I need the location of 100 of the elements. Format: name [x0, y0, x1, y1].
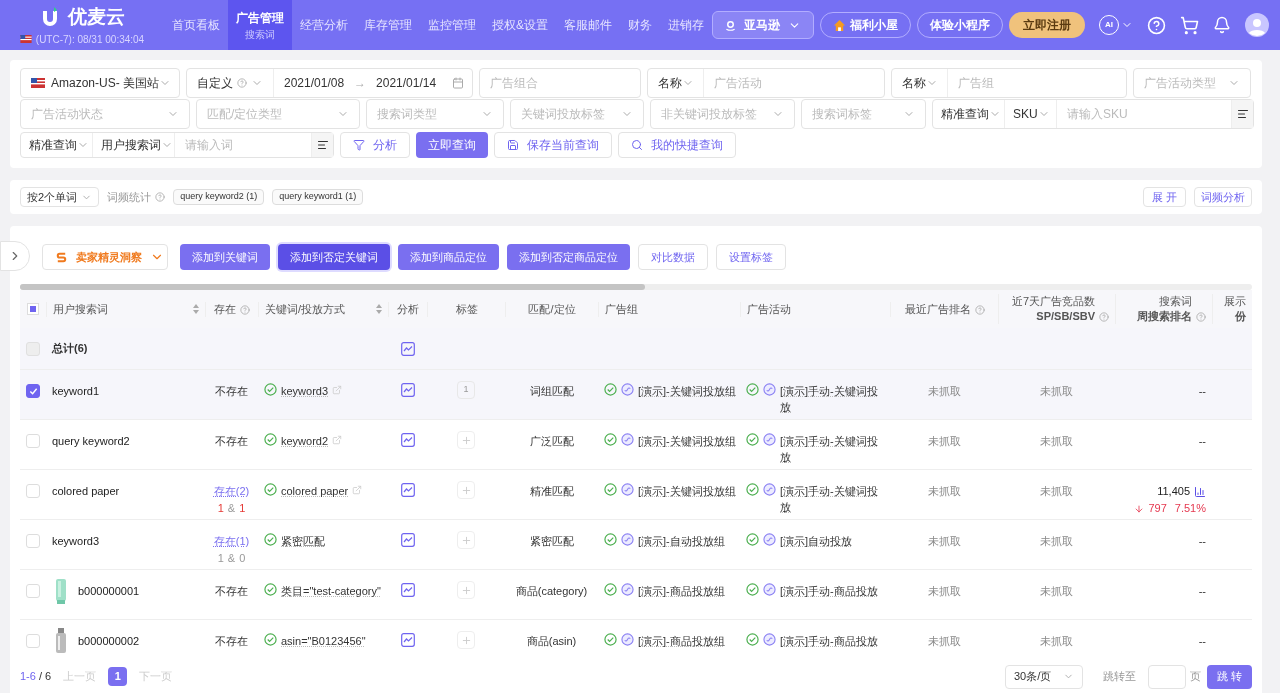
nav-tab[interactable]: 授权&设置 — [484, 0, 556, 50]
column-header: 广告活动 — [747, 301, 791, 317]
analyze-button[interactable]: 分析 — [340, 132, 410, 158]
ad-group-link[interactable]: [演示]-自动投放组 — [638, 533, 725, 550]
search-term: keyword1 — [52, 384, 100, 399]
clock-text: (UTC-7): 08/31 00:34:04 — [35, 32, 145, 47]
search-rank-empty: -- — [1198, 584, 1206, 599]
column-header: 分析 — [397, 301, 419, 317]
nav-tab[interactable]: 广告管理 搜索词 — [228, 0, 292, 50]
search-rank-empty: -- — [1198, 434, 1206, 449]
campaign-link[interactable]: [演示]手动-关键词投放 — [780, 433, 884, 465]
nav-tab[interactable]: 客服邮件 — [556, 0, 620, 50]
nav-tab[interactable]: 库存管理 — [356, 0, 420, 50]
match-type: 精准匹配 — [529, 484, 574, 499]
exists-text: 不存在 — [215, 384, 248, 399]
ad-group-link[interactable]: [演示]-商品投放组 — [638, 633, 725, 650]
exists-link[interactable]: 存在(1) — [213, 533, 250, 550]
exists-link[interactable]: 存在(2) — [213, 483, 250, 500]
competitor-text: 未抓取 — [1040, 584, 1073, 599]
nav-tab[interactable]: 经营分析 — [292, 0, 356, 50]
column-header: 搜索词 周搜索排名 — [1137, 294, 1192, 324]
search-rank-empty: -- — [1198, 634, 1206, 649]
ad-group-link[interactable]: [演示]-关键词投放组 — [638, 383, 736, 400]
nav-tab[interactable]: 首页看板 — [164, 0, 228, 50]
keyword-tag[interactable]: query keyword2 (1) — [173, 189, 265, 205]
logo-text: 优麦云 — [67, 5, 125, 30]
sku-field[interactable]: 精准查询 SKU 请输入SKU — [932, 99, 1254, 129]
toolbar-button[interactable]: 添加到否定商品定位 — [507, 244, 630, 270]
search-rank-empty: -- — [1198, 384, 1206, 399]
term-field[interactable]: 精准查询 用户搜索词 请输入词 — [20, 132, 334, 158]
rank-text: 未抓取 — [927, 384, 961, 399]
date-range-field[interactable]: 自定义 2021/01/08 → 2021/01/14 — [186, 68, 473, 98]
campaign-link[interactable]: [演示]手动-关键词投放 — [780, 483, 884, 515]
jump-label: 跳转至 — [1102, 669, 1136, 685]
register-button[interactable]: 立即注册 — [1009, 12, 1085, 38]
keyword-text[interactable]: 类目="test-category" — [281, 583, 381, 599]
campaign-link[interactable]: [演示]手动-商品投放 — [780, 583, 884, 599]
keyword-text[interactable]: keyword2 — [281, 433, 329, 449]
column-header: 广告组 — [605, 301, 638, 317]
column-header: 标签 — [455, 301, 478, 317]
competitor-text: 未抓取 — [1040, 634, 1073, 649]
search-term: b000000002 — [78, 634, 140, 649]
toolbar-button[interactable]: 设置标签 — [716, 244, 786, 270]
search-term: keyword3 — [52, 534, 100, 549]
toolbar-button[interactable]: 添加到商品定位 — [398, 244, 499, 270]
page-range: 1-6 / 6 — [20, 669, 52, 685]
rank-text: 未抓取 — [927, 434, 961, 449]
ad-group-link[interactable]: [演示]-商品投放组 — [638, 583, 725, 600]
keyword-text[interactable]: 紧密匹配 — [281, 533, 325, 549]
expand-button[interactable]: 展 开 — [1142, 187, 1186, 207]
campaign-link[interactable]: [演示]手动-商品投放 — [780, 633, 884, 649]
campaign-field[interactable]: 名称 广告活动 — [647, 68, 885, 98]
tag-count[interactable]: 1 — [457, 381, 475, 399]
keyword-text[interactable]: colored paper — [281, 483, 349, 499]
site-select[interactable]: Amazon-US- 美国站 — [20, 68, 180, 98]
save-button[interactable]: 保存当前查询 — [494, 132, 612, 158]
rank-change-percent: 7.51% — [1174, 501, 1206, 516]
keyword-tag[interactable]: query keyword1 (1) — [272, 189, 364, 205]
search-term: colored paper — [52, 484, 120, 499]
page-number[interactable]: 1 — [108, 667, 128, 686]
column-header: 关键词/投放方式 — [265, 301, 346, 317]
exists-counts: 1 & 1 — [217, 501, 246, 516]
rank-change: 797 — [1148, 501, 1167, 516]
nav-tab[interactable]: 监控管理 — [420, 0, 484, 50]
split-select[interactable]: 按2个单词 — [20, 187, 100, 207]
search-rank-empty: -- — [1198, 534, 1206, 549]
campaign-link[interactable]: [演示]手动-关键词投放 — [780, 383, 884, 415]
competitor-text: 未抓取 — [1040, 384, 1073, 399]
rank-text: 未抓取 — [927, 484, 961, 499]
ad-group-link[interactable]: [演示]-关键词投放组 — [638, 433, 736, 450]
platform-select[interactable]: 亚马逊 — [712, 11, 814, 39]
page-size-select[interactable]: 30条/页 — [1004, 664, 1083, 689]
exists-counts: 1 & 0 — [217, 551, 246, 566]
column-header: 近7天广告竞品数 SP/SB/SBV — [1011, 294, 1095, 324]
column-header: 匹配/定位 — [528, 301, 576, 317]
keyword-text[interactable]: asin="B0123456" — [281, 633, 366, 649]
ad-group-field[interactable]: 名称 广告组 — [891, 68, 1127, 98]
jump-button[interactable]: 跳 转 — [1206, 664, 1252, 689]
exists-text: 不存在 — [215, 584, 248, 599]
competitor-text: 未抓取 — [1040, 434, 1073, 449]
total-text: 总计(6) — [52, 342, 88, 355]
toolbar-button[interactable]: 对比数据 — [638, 244, 708, 270]
column-header: 最近广告排名 — [904, 301, 971, 317]
campaign-link[interactable]: [演示]自动投放 — [780, 533, 884, 549]
search-rank-value: 11,405 — [1157, 484, 1190, 499]
match-type: 词组匹配 — [529, 384, 574, 399]
freq-analysis-button[interactable]: 词频分析 — [1194, 187, 1252, 207]
toolbar-button[interactable]: 添加到关键词 — [180, 244, 270, 270]
competitor-text: 未抓取 — [1040, 484, 1073, 499]
keyword-text[interactable]: keyword3 — [281, 383, 329, 399]
insight-button[interactable]: 卖家精灵洞察 — [42, 244, 168, 270]
nav-tab[interactable]: 进销存 — [660, 0, 712, 50]
search-button[interactable]: 立即查询 — [416, 132, 488, 158]
rank-text: 未抓取 — [927, 634, 961, 649]
freq-label: 词频统计 — [107, 189, 152, 205]
shortcut-button[interactable]: 我的快捷查询 — [618, 132, 736, 158]
nav-tab[interactable]: 财务 — [620, 0, 660, 50]
column-header: 展示 份 — [1224, 294, 1246, 324]
ad-group-link[interactable]: [演示]-关键词投放组 — [638, 483, 736, 500]
toolbar-button[interactable]: 添加到否定关键词 — [278, 244, 390, 270]
